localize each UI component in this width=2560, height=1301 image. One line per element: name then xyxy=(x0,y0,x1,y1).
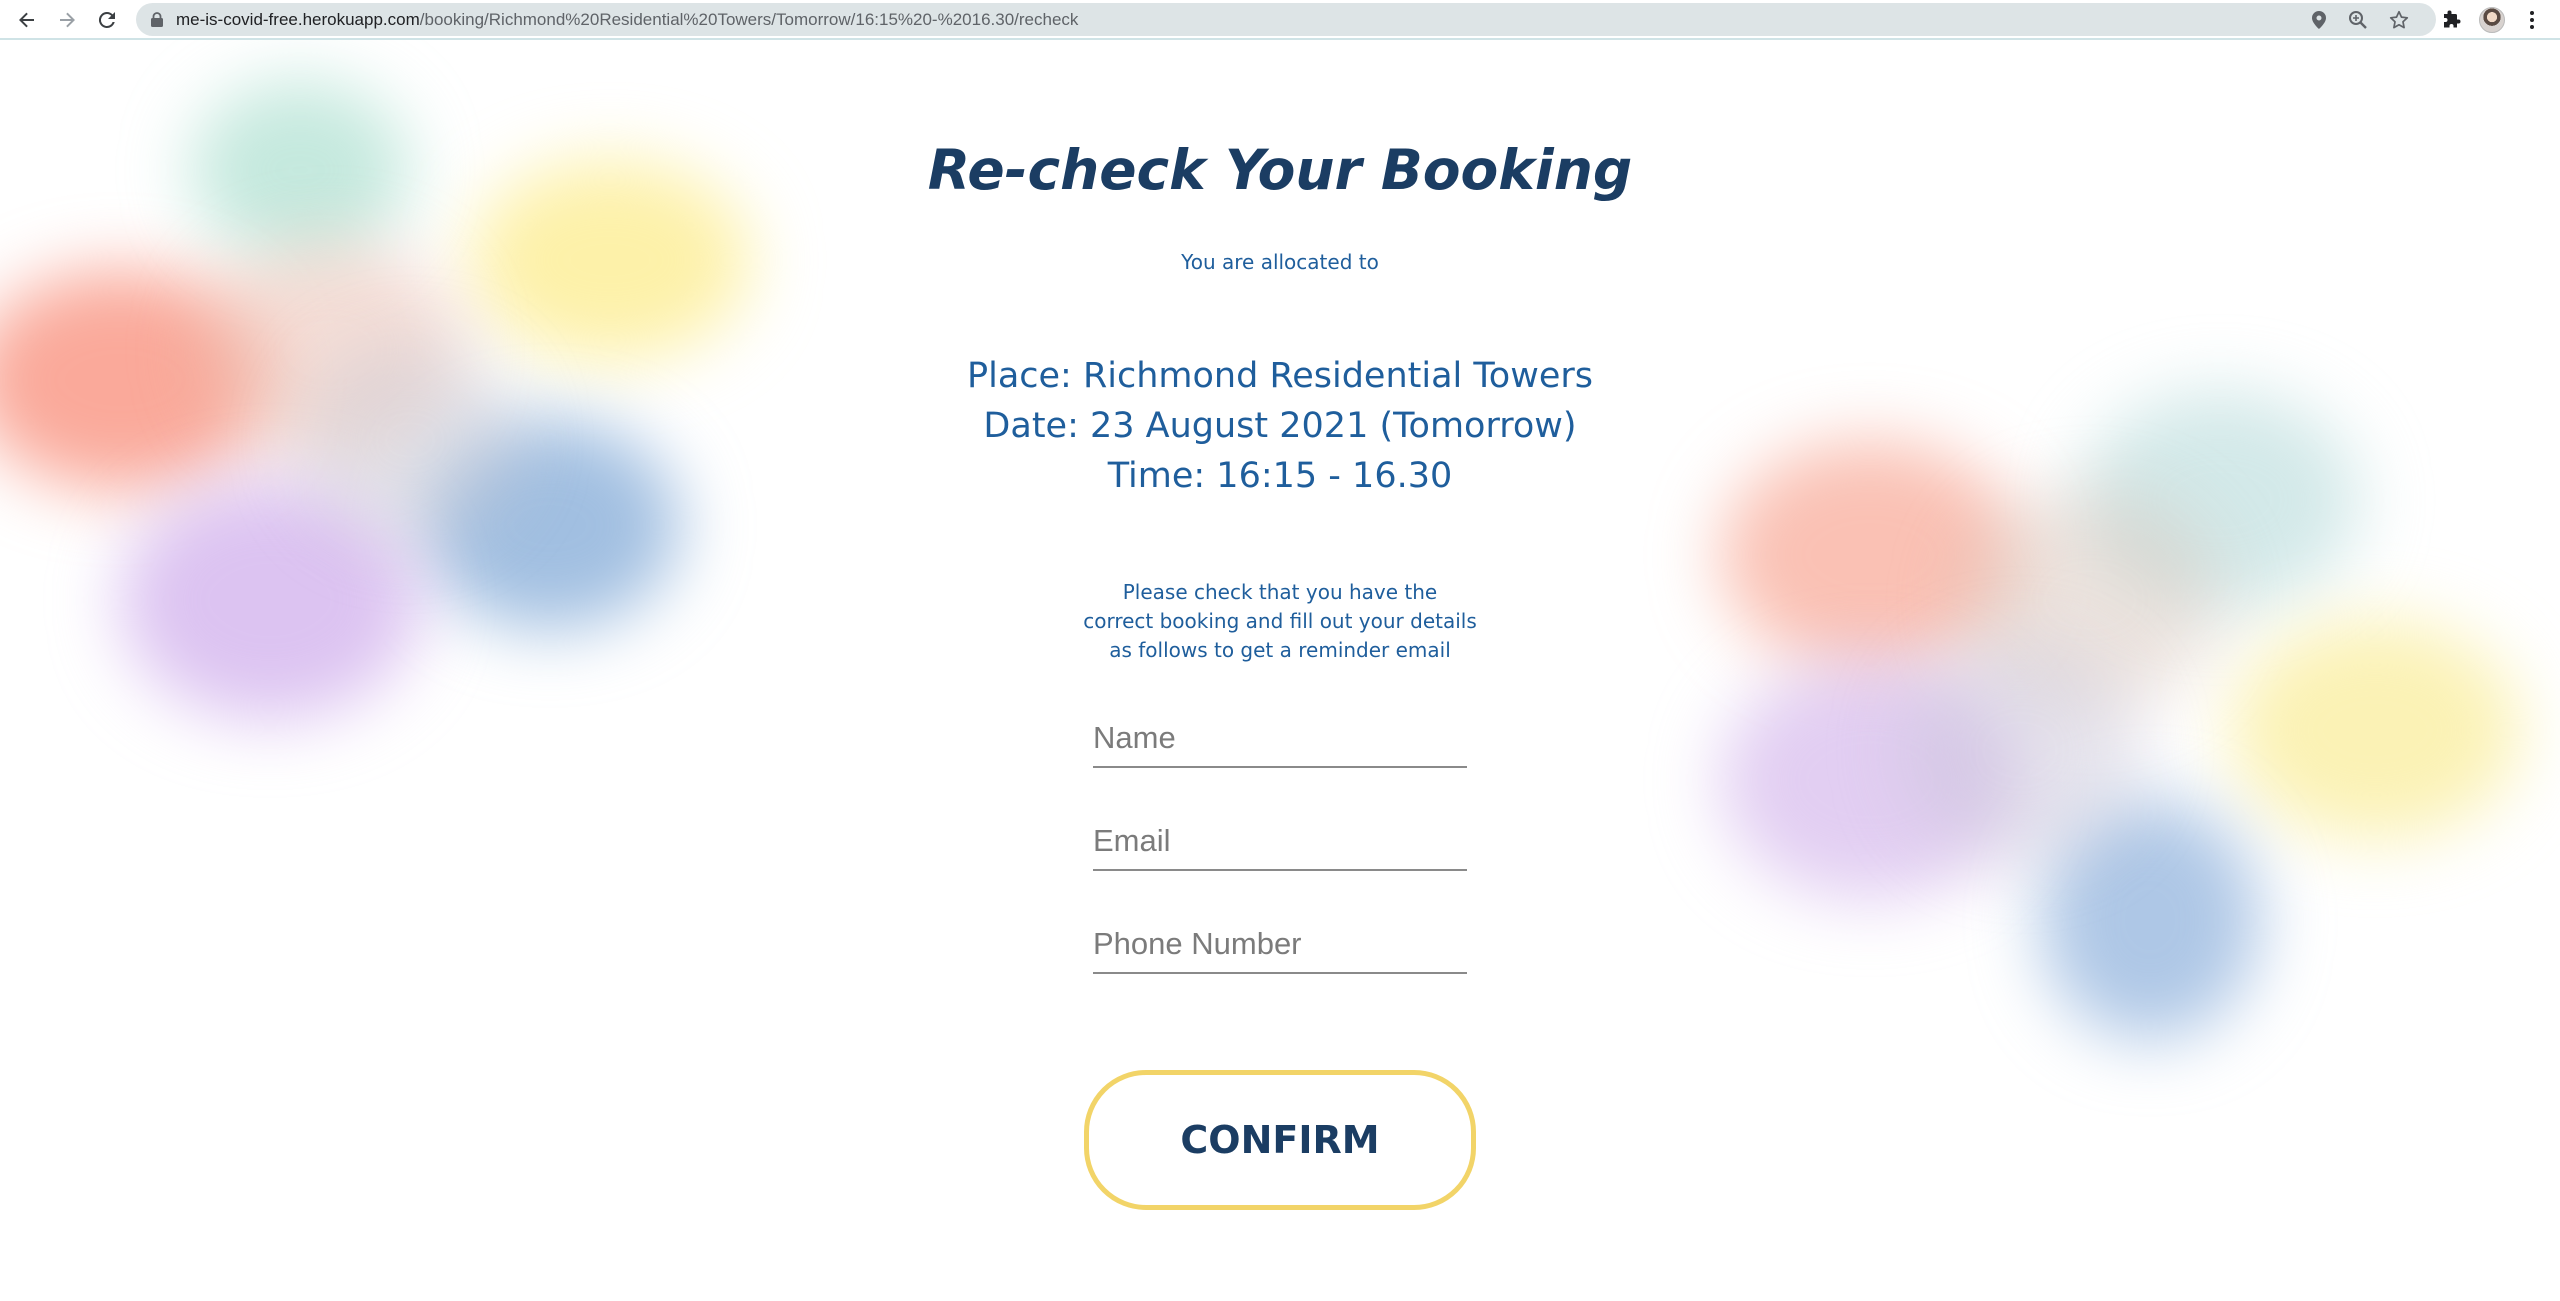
name-input[interactable] xyxy=(1093,716,1467,768)
url-text: me-is-covid-free.herokuapp.com/booking/R… xyxy=(176,3,1078,36)
phone-number-input[interactable] xyxy=(1093,922,1467,974)
allocated-text: You are allocated to xyxy=(1181,250,1379,274)
zoom-icon[interactable] xyxy=(2347,9,2369,31)
date-line: Date: 23 August 2021 (Tomorrow) xyxy=(983,406,1577,446)
forward-icon[interactable] xyxy=(52,5,82,35)
url-host: me-is-covid-free.herokuapp.com xyxy=(176,10,420,29)
instructions-line: Please check that you have the xyxy=(1122,580,1438,604)
browser-toolbar: me-is-covid-free.herokuapp.com/booking/R… xyxy=(0,0,2560,40)
bookmark-star-icon[interactable] xyxy=(2388,9,2410,31)
reload-icon[interactable] xyxy=(92,5,122,35)
email-input[interactable] xyxy=(1093,819,1467,871)
instructions-line: correct booking and fill out your detail… xyxy=(1083,609,1477,633)
back-icon[interactable] xyxy=(12,5,42,35)
confirm-button[interactable]: CONFIRM xyxy=(1084,1070,1476,1210)
instructions-line: as follows to get a reminder email xyxy=(1109,638,1451,662)
menu-icon[interactable] xyxy=(2518,6,2546,34)
booking-page: Re-check Your Booking You are allocated … xyxy=(0,40,2560,1301)
lock-icon[interactable] xyxy=(150,12,164,27)
address-bar[interactable]: me-is-covid-free.herokuapp.com/booking/R… xyxy=(136,3,2436,36)
extensions-icon[interactable] xyxy=(2438,6,2466,34)
instructions-text: Please check that you have the correct b… xyxy=(1080,578,1480,665)
time-line: Time: 16:15 - 16.30 xyxy=(1107,456,1453,496)
profile-avatar[interactable] xyxy=(2479,7,2505,33)
place-line: Place: Richmond Residential Towers xyxy=(966,356,1594,396)
location-icon[interactable] xyxy=(2308,9,2330,31)
page-title: Re-check Your Booking xyxy=(927,138,1633,202)
url-path: /booking/Richmond%20Residential%20Towers… xyxy=(419,10,1079,29)
